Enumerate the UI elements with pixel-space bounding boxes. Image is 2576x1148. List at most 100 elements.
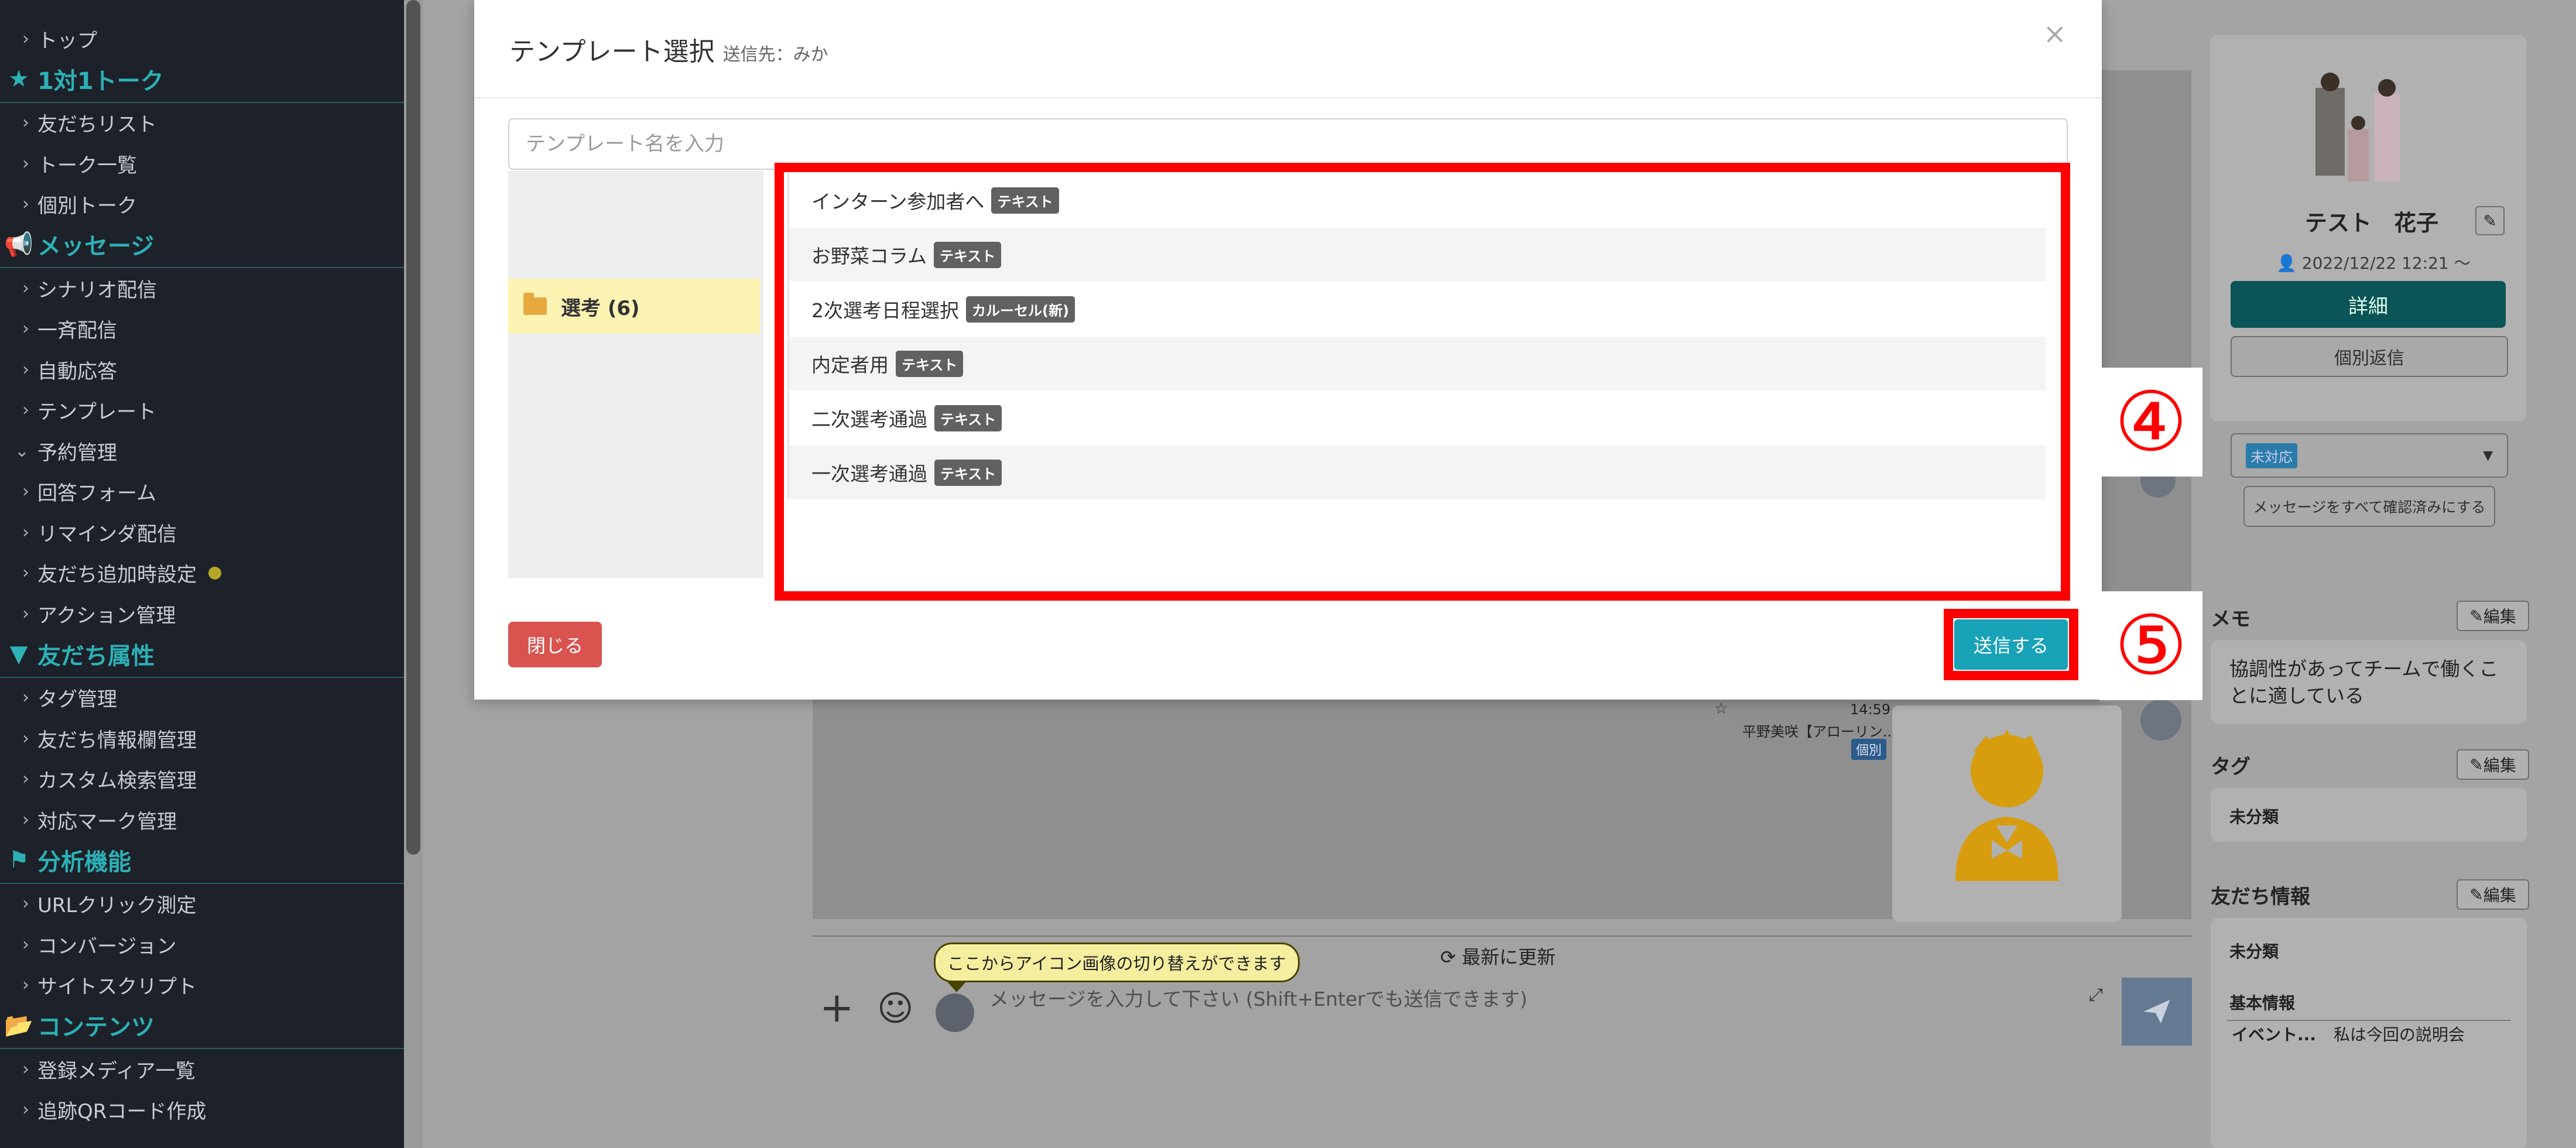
chevron-right-icon: ›	[22, 728, 29, 749]
sidebar-section-5: 📢 メッセージ	[0, 221, 404, 268]
sidebar-item-18[interactable]: › カスタム検索管理	[0, 759, 404, 799]
sidebar-item-12[interactable]: › リマインダ配信	[0, 512, 404, 552]
icon-switch-avatar[interactable]	[936, 993, 974, 1032]
memo-title: メモ	[2211, 608, 2250, 631]
emoji-icon[interactable]: ☺	[877, 988, 914, 1029]
chevron-right-icon: ›	[22, 481, 29, 502]
sidebar-item-4[interactable]: › 個別トーク	[0, 184, 404, 224]
sidebar-item-8[interactable]: › 自動応答	[0, 349, 404, 389]
chevron-right-icon: ›	[22, 194, 29, 214]
chevron-right-icon: ›	[22, 277, 29, 299]
friend-info-value: 未分類	[2229, 942, 2279, 961]
status-select[interactable]: 未対応 ▼	[2231, 433, 2508, 478]
edit-icon: ✎	[2469, 885, 2483, 904]
caret-down-icon: ▼	[2483, 448, 2493, 463]
chevron-right-icon: ›	[22, 603, 29, 624]
sidebar-item-16[interactable]: › タグ管理	[0, 678, 404, 718]
chevron-right-icon: ›	[22, 1099, 29, 1120]
send-button[interactable]: 送信する	[1954, 619, 2068, 670]
sidebar-item-14[interactable]: › アクション管理	[0, 594, 404, 633]
template-search-input[interactable]	[508, 118, 2068, 170]
chevron-right-icon: ›	[22, 563, 29, 583]
step-4-label: ④	[2099, 368, 2202, 477]
folder-item-selection[interactable]: 選考 (6)	[508, 279, 760, 334]
registered-date: 👤 2022/12/22 12:21 〜	[2276, 253, 2471, 273]
name-edit-icon[interactable]: ✎	[2475, 206, 2505, 235]
profile-photo	[2315, 73, 2400, 181]
detail-button[interactable]: 詳細	[2231, 281, 2506, 328]
friend-info-card: 未分類 基本情報 イベント... 私は今回の説明会	[2211, 918, 2527, 1148]
sidebar-item-13[interactable]: › 友だち追加時設定	[0, 553, 404, 593]
sidebar-item-23[interactable]: › サイトスクリプト	[0, 965, 404, 1005]
chevron-down-icon: ⌄	[14, 440, 29, 461]
sidebar-item-21[interactable]: › URLクリック測定	[0, 884, 404, 924]
chevron-right-icon: ›	[22, 112, 29, 133]
message-badge: 個別	[1851, 739, 1887, 760]
tag-edit-button[interactable]: ✎ 編集	[2457, 749, 2529, 780]
memo-edit-button[interactable]: ✎ 編集	[2457, 601, 2529, 631]
chevron-right-icon: ›	[22, 769, 29, 789]
person-sticker-icon	[1955, 730, 2058, 881]
highlight-box-templates	[775, 163, 2070, 601]
edit-icon: ✎	[2469, 606, 2483, 626]
sidebar-item-9[interactable]: › テンプレート	[0, 390, 404, 430]
sidebar: › トップ ★ 1対1トーク › 友だちリスト › トーク一覧 › 個別トーク 📢 メッセージ › シナリ…	[0, 0, 404, 1148]
refresh-icon: ⟳	[1440, 946, 1462, 968]
sender-avatar	[2140, 700, 2181, 741]
sidebar-item-6[interactable]: › シナリオ配信	[0, 268, 404, 308]
sidebar-item-19[interactable]: › 対応マーク管理	[0, 800, 404, 839]
filter-icon: ▼	[9, 640, 28, 667]
modal-title: テンプレート選択 送信先：みか	[509, 37, 828, 67]
close-button[interactable]: 閉じる	[508, 622, 602, 667]
sidebar-item-22[interactable]: › コンバージョン	[0, 924, 404, 964]
close-icon[interactable]: ×	[2043, 18, 2067, 50]
sticker-card	[1892, 705, 2122, 922]
message-time: 14:59	[1850, 701, 1891, 718]
send-message-button[interactable]	[2122, 978, 2192, 1046]
friend-info-edit-button[interactable]: ✎ 編集	[2457, 879, 2529, 910]
sidebar-item-11[interactable]: › 回答フォーム	[0, 472, 404, 512]
profile-name: テスト 花子	[2305, 210, 2439, 236]
expand-icon[interactable]: ⤢	[2089, 985, 2103, 1005]
reply-button[interactable]: 個別返信	[2231, 336, 2508, 377]
chevron-right-icon: ›	[22, 1058, 29, 1080]
chevron-right-icon: ›	[22, 318, 29, 339]
tag-title: タグ	[2211, 755, 2250, 779]
memo-card: 協調性があってチームで働くことに適している	[2211, 640, 2527, 724]
plus-icon[interactable]: +	[820, 983, 854, 1032]
refresh-link[interactable]: ⟳ 最新に更新	[1440, 943, 1556, 969]
sidebar-scrollbar[interactable]	[406, 0, 420, 855]
sidebar-section-24: 📂 コンテンツ	[0, 1002, 404, 1049]
mark-read-button[interactable]: メッセージをすべて確認済みにする	[2243, 486, 2495, 527]
icon-switch-tooltip: ここからアイコン画像の切り替えができます	[934, 943, 1300, 992]
tag-value: 未分類	[2229, 807, 2279, 827]
chevron-right-icon: ›	[22, 522, 29, 543]
chevron-right-icon: ›	[22, 893, 29, 914]
paper-plane-icon	[2143, 999, 2170, 1024]
basic-info-row: イベント... 私は今回の説明会	[2227, 1020, 2510, 1047]
sidebar-item-0[interactable]: › トップ	[0, 19, 404, 59]
sidebar-item-2[interactable]: › 友だちリスト	[0, 103, 404, 143]
sidebar-section-1: ★ 1対1トーク	[0, 56, 404, 103]
friend-info-title: 友だち情報	[2211, 885, 2310, 909]
megaphone-icon: 📢	[4, 231, 33, 258]
sidebar-item-17[interactable]: › 友だち情報欄管理	[0, 718, 404, 758]
sidebar-item-25[interactable]: › 登録メディア一覧	[0, 1049, 404, 1089]
step-5-label: ⑤	[2099, 591, 2202, 700]
message-input[interactable]: メッセージを入力して下さい (Shift+Enterでも送信できます)	[989, 983, 1527, 1012]
sidebar-item-26[interactable]: › 追跡QRコード作成	[0, 1090, 404, 1130]
folder-pane: 選考 (6)	[508, 171, 763, 578]
divider	[474, 97, 2102, 98]
tag-card: 未分類	[2211, 788, 2527, 842]
sidebar-item-7[interactable]: › 一斉配信	[0, 309, 404, 349]
folder-open-icon	[523, 293, 547, 315]
chevron-right-icon: ›	[22, 400, 29, 420]
edit-icon: ✎	[2469, 755, 2483, 775]
message-star-icon[interactable]: ☆	[1714, 700, 1728, 718]
chevron-right-icon: ›	[22, 934, 29, 955]
sidebar-item-3[interactable]: › トーク一覧	[0, 143, 404, 183]
divider	[813, 935, 2191, 937]
sidebar-item-10[interactable]: ⌄ 予約管理	[0, 431, 404, 471]
chevron-right-icon: ›	[22, 687, 29, 708]
flag-icon: ⚑	[8, 846, 29, 873]
